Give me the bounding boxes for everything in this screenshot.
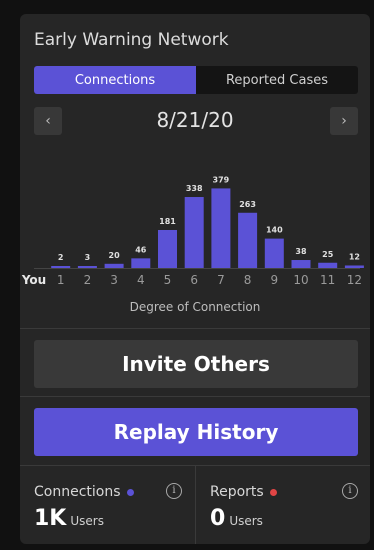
data-label-degree-9: 140	[266, 226, 283, 235]
tick-label-10: 10	[293, 273, 308, 287]
degree-histogram-chart: You 2 1 3 2 20 3 46 4 181 5 338 6 379 7 263 8 140 9 38 10 25 1…	[21, 175, 364, 287]
data-label-degree-12: 12	[349, 252, 360, 261]
bar-degree-6	[184, 197, 204, 268]
bar-degree-11	[318, 262, 338, 268]
data-label-degree-7: 379	[213, 175, 230, 184]
bar-degree-1	[51, 266, 71, 268]
data-label-degree-8: 263	[239, 200, 256, 209]
next-date-button[interactable]: ›	[330, 107, 358, 135]
bar-degree-12	[344, 265, 364, 268]
reports-dot-icon	[269, 488, 277, 496]
bar-degree-7	[211, 188, 231, 268]
tick-label-1: 1	[57, 273, 65, 287]
reports-stat: Reports i 0 Users	[196, 466, 370, 544]
data-label-degree-10: 38	[295, 247, 307, 256]
early-warning-card: Early Warning Network Connections Report…	[20, 14, 370, 544]
card-title: Early Warning Network	[34, 30, 229, 50]
tick-label-9: 9	[270, 273, 278, 287]
bar-degree-10	[291, 260, 311, 268]
reports-unit: Users	[229, 514, 263, 528]
bar-degree-3	[104, 263, 124, 268]
replay-history-button[interactable]: Replay History	[34, 408, 358, 456]
section-divider	[20, 328, 370, 329]
bar-degree-9	[264, 238, 284, 268]
connections-value: 1K	[34, 506, 67, 531]
tab-reported-cases[interactable]: Reported Cases	[196, 66, 358, 94]
section-divider	[20, 396, 370, 397]
tick-label-6: 6	[190, 273, 198, 287]
tick-label-2: 2	[84, 273, 92, 287]
connections-unit: Users	[70, 514, 104, 528]
data-label-degree-1: 2	[58, 253, 64, 262]
x-axis-title: Degree of Connection	[129, 300, 261, 314]
bar-degree-2	[77, 266, 97, 268]
reports-label: Reports	[210, 484, 264, 500]
reports-value: 0	[210, 506, 226, 531]
connections-dot-icon	[126, 488, 134, 496]
connections-label: Connections	[34, 484, 121, 500]
current-date: 8/21/20	[156, 108, 234, 132]
tick-label-8: 8	[244, 273, 252, 287]
tick-label-7: 7	[217, 273, 225, 287]
data-label-degree-11: 25	[322, 250, 334, 259]
tick-label-You: You	[21, 273, 46, 287]
tick-label-5: 5	[164, 273, 172, 287]
tick-label-3: 3	[110, 273, 118, 287]
data-label-degree-5: 181	[159, 217, 176, 226]
bar-degree-8	[238, 212, 258, 268]
connections-stat: Connections i 1K Users	[20, 466, 194, 544]
data-label-degree-3: 20	[109, 251, 121, 260]
bar-degree-4	[131, 258, 151, 268]
info-icon[interactable]: i	[166, 483, 182, 499]
chevron-right-icon: ›	[341, 113, 347, 129]
tick-label-11: 11	[320, 273, 335, 287]
data-label-degree-6: 338	[186, 184, 203, 193]
tab-connections[interactable]: Connections	[34, 66, 196, 94]
tick-label-12: 12	[347, 273, 362, 287]
info-icon[interactable]: i	[342, 483, 358, 499]
view-tabs: Connections Reported Cases	[34, 66, 358, 94]
tick-label-4: 4	[137, 273, 145, 287]
bar-degree-5	[158, 229, 177, 268]
invite-others-button[interactable]: Invite Others	[34, 340, 358, 388]
data-label-degree-4: 46	[135, 245, 147, 254]
data-label-degree-2: 3	[85, 253, 91, 262]
